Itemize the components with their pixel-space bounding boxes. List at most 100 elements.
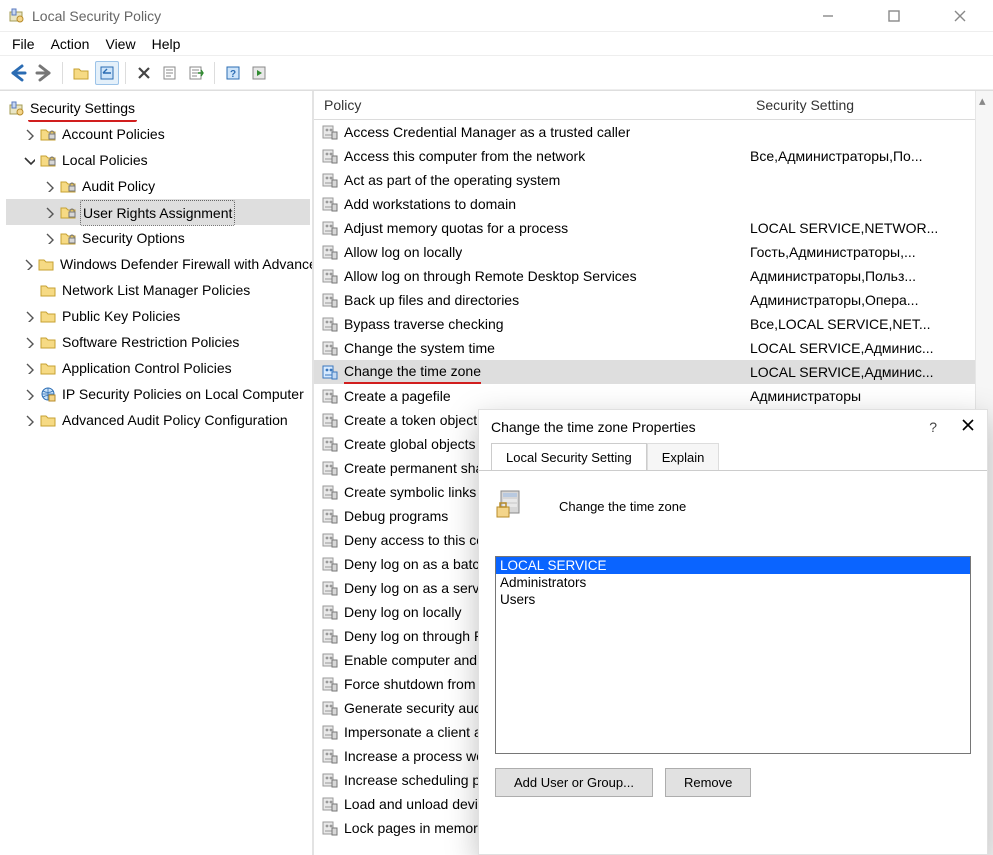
expand-icon[interactable] [22,413,36,427]
menu-help[interactable]: Help [152,36,181,52]
dialog-help-button[interactable]: ? [929,419,937,435]
list-item[interactable]: Users [496,591,970,608]
tree-aap[interactable]: Advanced Audit Policy Configuration [6,407,310,433]
tree-ipsec[interactable]: IP Security Policies on Local Computer [6,381,310,407]
policy-icon [322,484,340,500]
policy-row[interactable]: Back up files and directoriesАдминистрат… [314,288,993,312]
minimize-button[interactable] [807,2,849,30]
tree-item-label: Security Options [80,226,187,250]
policy-name: Change the system time [344,338,495,358]
policy-row[interactable]: Create a pagefileАдминистраторы [314,384,993,408]
tree-acp[interactable]: Application Control Policies [6,355,310,381]
tree-account-policies[interactable]: Account Policies [6,121,310,147]
menu-action[interactable]: Action [51,36,90,52]
tree-security-options[interactable]: Security Options [6,225,310,251]
column-header-policy[interactable]: Policy [314,97,746,113]
export-button[interactable] [184,61,208,85]
remove-button[interactable]: Remove [665,768,751,797]
tree-local-policies[interactable]: Local Policies [6,147,310,173]
tab-local-security-setting[interactable]: Local Security Setting [491,443,647,471]
policy-icon [322,796,340,812]
policy-name: Add workstations to domain [344,194,516,214]
policy-row[interactable]: Change the system timeLOCAL SERVICE,Адми… [314,336,993,360]
policy-row[interactable]: Access this computer from the networkВсе… [314,144,993,168]
policy-name: Deny log on as a service [344,578,497,598]
policy-icon [322,604,340,620]
expand-icon[interactable] [42,179,56,193]
tree-root[interactable]: Security Settings [6,95,310,121]
delete-button[interactable] [132,61,156,85]
expand-icon[interactable] [22,127,36,141]
policy-row[interactable]: Bypass traverse checkingВсе,LOCAL SERVIC… [314,312,993,336]
folder-icon [40,360,56,376]
column-header-setting[interactable]: Security Setting [746,97,993,113]
toggle-details-button[interactable] [95,61,119,85]
maximize-button[interactable] [873,2,915,30]
tree-item-label: Audit Policy [80,174,157,198]
policy-row[interactable]: Access Credential Manager as a trusted c… [314,120,993,144]
policy-icon [322,148,340,164]
policy-row[interactable]: Change the time zoneLOCAL SERVICE,Админи… [314,360,993,384]
add-user-button[interactable]: Add User or Group... [495,768,653,797]
policy-icon [322,700,340,716]
list-item[interactable]: Administrators [496,574,970,591]
close-button[interactable] [939,2,981,30]
back-button[interactable] [6,61,30,85]
users-listbox[interactable]: LOCAL SERVICE Administrators Users [495,556,971,754]
open-button[interactable] [69,61,93,85]
policy-name: Adjust memory quotas for a process [344,218,568,238]
policy-row[interactable]: Allow log on through Remote Desktop Serv… [314,264,993,288]
help-button[interactable] [221,61,245,85]
expand-icon[interactable] [42,205,56,219]
policy-icon [322,676,340,692]
globe-icon [40,386,56,402]
expand-icon[interactable] [22,387,36,401]
tab-explain[interactable]: Explain [647,443,720,471]
run-button[interactable] [247,61,271,85]
dialog-body: Change the time zone LOCAL SERVICE Admin… [479,470,987,854]
policy-name: Lock pages in memory [344,818,485,838]
policy-icon [322,820,340,836]
dialog-close-button[interactable] [961,418,975,435]
toolbar [0,56,993,90]
tree-audit-policy[interactable]: Audit Policy [6,173,310,199]
policy-name: Access this computer from the network [344,146,585,166]
policy-name: Bypass traverse checking [344,314,504,334]
properties-button[interactable] [158,61,182,85]
tree-nlm[interactable]: Network List Manager Policies [6,277,310,303]
tree-item-label: Application Control Policies [60,356,234,380]
folder-icon [40,282,56,298]
policy-name: Generate security audits [344,698,496,718]
list-header: Policy Security Setting [314,91,993,120]
policy-row[interactable]: Act as part of the operating system [314,168,993,192]
list-item[interactable]: LOCAL SERVICE [496,557,970,574]
tree-pkp[interactable]: Public Key Policies [6,303,310,329]
policy-row[interactable]: Allow log on locallyГость,Администраторы… [314,240,993,264]
expand-icon[interactable] [22,309,36,323]
folder-lock-icon [60,230,76,246]
policy-name: Create a pagefile [344,386,451,406]
forward-button[interactable] [32,61,56,85]
expand-icon[interactable] [22,361,36,375]
tree-srp[interactable]: Software Restriction Policies [6,329,310,355]
policy-icon [322,340,340,356]
policy-icon [322,412,340,428]
dialog-tabs: Local Security Setting Explain [479,443,987,471]
toolbar-separator [62,62,63,84]
folder-lock-icon [40,126,56,142]
expand-icon[interactable] [22,257,34,271]
policy-row[interactable]: Adjust memory quotas for a processLOCAL … [314,216,993,240]
expand-icon[interactable] [42,231,56,245]
dialog-caption: Change the time zone [559,499,686,514]
toolbar-separator [214,62,215,84]
menu-view[interactable]: View [105,36,135,52]
expand-icon[interactable] [22,335,36,349]
menu-file[interactable]: File [12,36,35,52]
tree-wfirewall[interactable]: Windows Defender Firewall with Advanced … [6,251,310,277]
policy-name: Back up files and directories [344,290,519,310]
tree-pane[interactable]: Security Settings Account Policies Local… [0,91,314,855]
policy-row[interactable]: Add workstations to domain [314,192,993,216]
collapse-icon[interactable] [22,153,36,167]
policy-name: Access Credential Manager as a trusted c… [344,122,630,142]
tree-user-rights[interactable]: User Rights Assignment [6,199,310,225]
